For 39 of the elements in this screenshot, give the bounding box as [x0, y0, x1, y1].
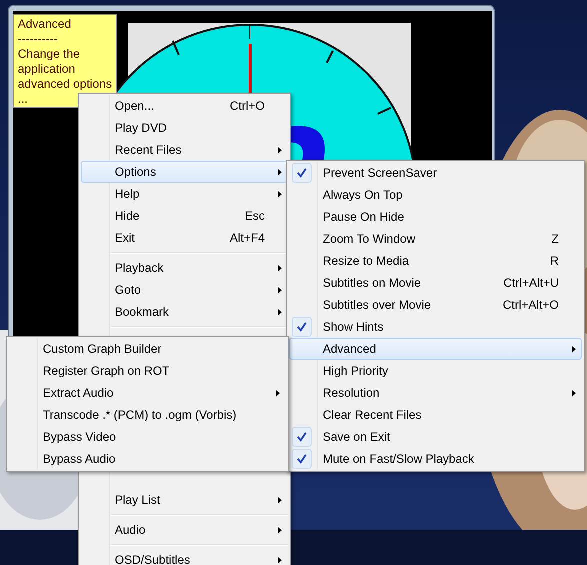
menu-item[interactable]: Goto	[81, 279, 288, 301]
menu-item[interactable]: Save on Exit	[289, 426, 582, 448]
menu-item[interactable]: Show Hints	[289, 316, 582, 338]
menu-item[interactable]: Extract Audio	[9, 382, 286, 404]
menu-item[interactable]: Options	[81, 161, 288, 183]
menu-item[interactable]: Audio	[81, 519, 288, 541]
menu-item[interactable]: Bookmark	[81, 301, 288, 323]
menu-item[interactable]: Prevent ScreenSaver	[289, 162, 582, 184]
menu-item[interactable]: Pause On Hide	[289, 206, 582, 228]
menu-item[interactable]: Exit Alt+F4	[81, 227, 288, 249]
menu-item[interactable]: Register Graph on ROT	[9, 360, 286, 382]
tooltip-divider: ----------	[18, 32, 59, 47]
menu-item[interactable]: Resolution	[289, 382, 582, 404]
menu-item[interactable]: Bypass Audio	[9, 448, 286, 470]
tooltip-text: advanced options	[18, 77, 112, 92]
menu-item[interactable]: Custom Graph Builder	[9, 338, 286, 360]
menu-item[interactable]: Transcode .* (PCM) to .ogm (Vorbis)	[9, 404, 286, 426]
menu-item[interactable]: Clear Recent Files	[289, 404, 582, 426]
menu-item[interactable]: High Priority	[289, 360, 582, 382]
menu-item[interactable]: Resize to Media R	[289, 250, 582, 272]
menu-item[interactable]: Play DVD	[81, 117, 288, 139]
menu-item[interactable]: Subtitles over Movie Ctrl+Alt+O	[289, 294, 582, 316]
menu-item[interactable]: Always On Top	[289, 184, 582, 206]
menu-item[interactable]: Recent Files	[81, 139, 288, 161]
menu-item[interactable]: Subtitles on Movie Ctrl+Alt+U	[289, 272, 582, 294]
menu-item[interactable]: Playback	[81, 257, 288, 279]
menu-item[interactable]: Advanced	[289, 338, 582, 360]
menu-item[interactable]: OSD/Subtitles	[81, 549, 288, 565]
menu-item[interactable]: Open... Ctrl+O	[81, 95, 288, 117]
menu-item[interactable]: Bypass Video	[9, 426, 286, 448]
menu-item[interactable]: Help	[81, 183, 288, 205]
tooltip-text: Change the	[18, 47, 82, 62]
tooltip-title: Advanced	[18, 17, 72, 32]
menu-item[interactable]: Play List	[81, 489, 288, 511]
tooltip-text: application	[18, 62, 76, 77]
menu-item[interactable]: Zoom To Window Z	[289, 228, 582, 250]
tooltip-text: ...	[18, 92, 30, 107]
menu-item[interactable]: Hide Esc	[81, 205, 288, 227]
menu-item[interactable]: Mute on Fast/Slow Playback	[289, 448, 582, 470]
